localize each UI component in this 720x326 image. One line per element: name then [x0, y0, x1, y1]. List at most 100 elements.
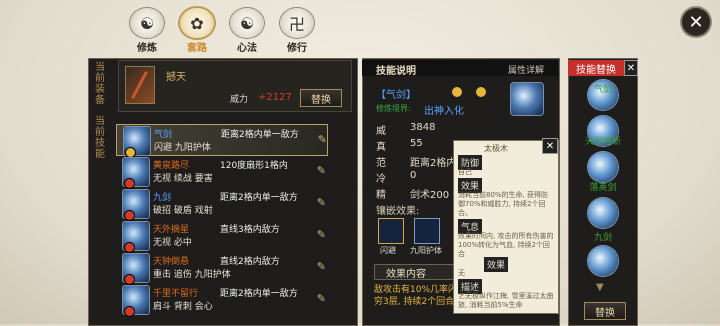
tab-cultivation[interactable]: ☯ 修炼: [126, 8, 168, 54]
replace-panel-header: 技能替换: [568, 60, 624, 76]
popup-text: 效果时间内, 攻击的所有伤害的100%转化为气血, 持续2个回合: [458, 232, 554, 258]
replace-skill-label: 天剑神斩: [584, 137, 621, 147]
skill-row[interactable]: 黄泉路尽 无视 续战 要害 120度扇形1格内 ✎: [116, 156, 326, 188]
skill-icon: [122, 189, 150, 220]
replace-skill-label: 气剑: [593, 85, 612, 95]
skill-icon: [122, 221, 150, 252]
skill-desc: 直线3格内敌方: [220, 225, 280, 235]
stat-value: 0: [410, 170, 417, 181]
skill-action-icon[interactable]: ✎: [317, 164, 326, 177]
badge-icon: [125, 307, 134, 316]
skill-name: 九剑: [153, 193, 172, 203]
stat-value: 3848: [410, 122, 436, 133]
skill-desc: 距离2格内单一敌方: [221, 130, 299, 140]
tab-practice[interactable]: 卍 修行: [276, 8, 318, 54]
tooltip-popup: 太极木 防御 自己 效果 消耗当前80%的生命, 获得防御70%和威胜力, 持续…: [453, 140, 559, 314]
skill-action-icon[interactable]: ✎: [317, 196, 326, 209]
badge-icon: [476, 87, 486, 97]
mind-method-icon: ☯: [230, 8, 264, 38]
tab-label: 心法: [237, 43, 257, 54]
skill-desc: 距离2格内单一敌方: [220, 193, 298, 203]
skill-tags: 闪避 九阳护体: [154, 143, 211, 153]
replace-weapon-button[interactable]: 替换: [300, 89, 342, 107]
skill-action-icon[interactable]: ✎: [317, 260, 326, 273]
popup-close-icon[interactable]: ✕: [542, 138, 558, 154]
badge-icon: [125, 179, 134, 188]
popup-text: 艺无极纵作江梅, 雪里溪过太曲旅, 消耗当前5%生命: [458, 292, 554, 309]
stat-key: 范: [376, 158, 386, 169]
replace-skill-icon[interactable]: [588, 246, 618, 276]
popup-title: 太极木: [484, 144, 508, 153]
stat-key: 精: [376, 190, 386, 201]
stat-key: 冷: [376, 174, 386, 185]
tab-label: 修炼: [137, 43, 157, 54]
skills-label: 当前技能: [95, 116, 105, 160]
skill-large-icon: [510, 82, 544, 116]
stat-key: 真: [376, 142, 386, 153]
skill-desc: 直线2格内敌方: [220, 257, 280, 267]
stat-value: 55: [410, 138, 423, 149]
tab-mind-method[interactable]: ☯ 心法: [226, 8, 268, 54]
skill-row[interactable]: 千里不留行 肩斗 背刺 会心 距离2格内单一敌方 ✎: [116, 284, 326, 316]
stat-value: 距离2格内: [410, 158, 457, 169]
practice-icon: 卍: [280, 8, 314, 38]
skill-action-icon[interactable]: ✎: [317, 228, 326, 241]
skill-icon: [122, 157, 150, 188]
edit-icon[interactable]: [452, 87, 462, 97]
skill-action-icon[interactable]: ✎: [318, 133, 327, 146]
weapon-name: 撼天: [166, 72, 186, 83]
inlay-slot-icon[interactable]: [378, 218, 404, 244]
power-value: +2127: [258, 92, 292, 103]
attr-detail-tab[interactable]: 属性详解: [508, 63, 544, 76]
power-label: 威力: [230, 95, 249, 105]
badge-icon: [125, 275, 134, 284]
tab-label: 修行: [287, 43, 307, 54]
skill-name: 天外摘星: [153, 225, 190, 235]
skill-name: 黄泉路尽: [153, 161, 190, 171]
inlay-name: 闪避: [380, 246, 396, 255]
skill-tags: 重击 追伤 九阳护体: [153, 270, 231, 280]
detail-skill-name: 【气剑】: [376, 90, 416, 101]
replace-skill-label: 落英剑: [589, 183, 617, 193]
routine-icon: ✿: [180, 8, 214, 38]
skill-tags: 肩斗 背刺 会心: [153, 302, 213, 312]
effect-tab-label: 效果内容: [386, 269, 426, 280]
equip-label: 当前装备: [95, 62, 105, 106]
tab-routine[interactable]: ✿ 套路: [176, 8, 218, 54]
skill-name: 千里不留行: [153, 289, 199, 299]
skill-desc: 120度扇形1格内: [220, 161, 288, 171]
realm-label: 修炼境界:: [376, 104, 411, 113]
skill-row[interactable]: 气剑 闪避 九阳护体 距离2格内单一敌方 ✎: [116, 124, 328, 157]
badge-icon: [125, 211, 134, 220]
inlay-label: 镶嵌效果:: [376, 206, 420, 217]
replace-skill-icon[interactable]: [588, 152, 618, 182]
skill-row[interactable]: 天钟倒悬 重击 追伤 九阳护体 直线2格内敌方 ✎: [116, 252, 326, 284]
popup-text: 消耗当前80%的生命, 获得防御70%和威胜力, 持续2个回合。: [458, 191, 549, 217]
popup-text: 自己: [458, 168, 472, 176]
skill-tags: 破招 破盾 戏射: [153, 206, 213, 216]
detail-header: 技能说明: [376, 66, 416, 77]
inlay-slot-icon[interactable]: [414, 218, 440, 244]
weapon-icon[interactable]: [125, 66, 155, 104]
effect-text-2: 穷3层, 持续2个回合: [374, 297, 455, 307]
skill-icon: [122, 253, 150, 284]
replace-confirm-button[interactable]: 替换: [584, 302, 626, 320]
close-icon[interactable]: ✕: [624, 60, 638, 76]
scroll-down-icon[interactable]: ▼: [596, 282, 604, 293]
skill-row[interactable]: 九剑 破招 破盾 戏射 距离2格内单一敌方 ✎: [116, 188, 326, 220]
stat-value: 剑术200: [410, 190, 450, 201]
replace-skill-label: 九剑: [593, 233, 612, 243]
skill-tags: 无视 必中: [153, 238, 192, 248]
inlay-name: 九阳护体: [410, 246, 442, 255]
cultivation-icon: ☯: [130, 8, 164, 38]
skill-action-icon[interactable]: ✎: [317, 292, 326, 305]
replace-skill-icon[interactable]: [588, 198, 618, 228]
skill-name: 天钟倒悬: [153, 257, 190, 267]
stat-key: 威: [376, 126, 386, 137]
skill-tags: 无视 续战 要害: [153, 174, 213, 184]
popup-text: 无: [458, 269, 465, 277]
skill-row[interactable]: 天外摘星 无视 必中 直线3格内敌方 ✎: [116, 220, 326, 252]
skill-icon: [122, 285, 150, 316]
close-icon[interactable]: ✕: [682, 8, 710, 36]
realm-value: 出神入化: [424, 106, 464, 117]
